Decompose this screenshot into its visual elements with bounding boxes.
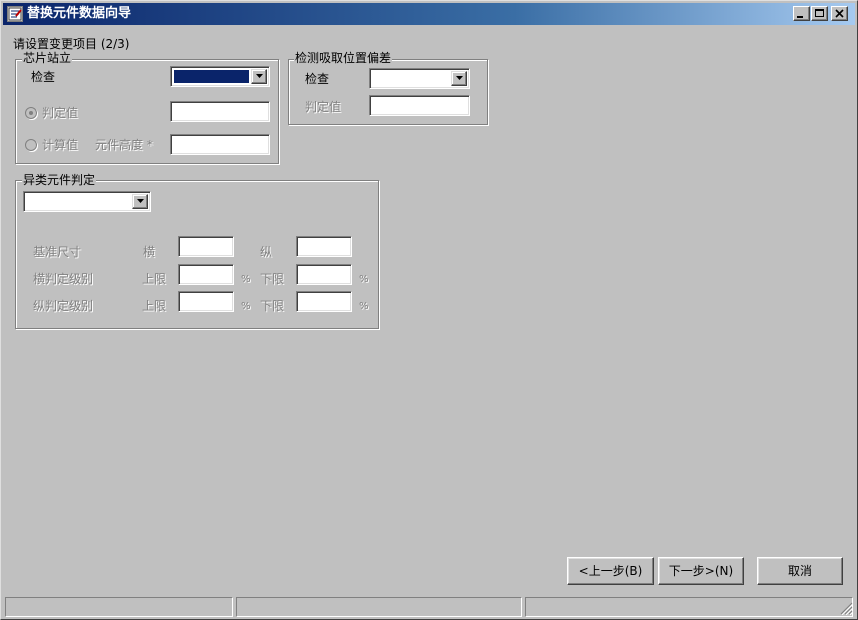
minimize-button[interactable] bbox=[793, 6, 810, 21]
v-level-upper-input[interactable] bbox=[178, 291, 234, 312]
judge-value-radio[interactable] bbox=[25, 107, 37, 119]
wizard-window: 替换元件数据向导 请设置变更项目 (2/3) 芯片站立 检查 判定值 计算值 元… bbox=[0, 0, 858, 620]
radio-dot bbox=[29, 111, 33, 115]
v-level-lower-input[interactable] bbox=[296, 291, 352, 312]
h-level-upper-label: 上限 bbox=[142, 272, 167, 286]
status-panel-3 bbox=[525, 597, 853, 617]
base-size-vertical-input[interactable] bbox=[296, 236, 352, 257]
pickup-offset-judge-input[interactable] bbox=[369, 95, 470, 116]
maximize-button[interactable] bbox=[811, 6, 828, 21]
base-size-horizontal-label: 横 bbox=[143, 245, 156, 259]
h-level-lower-label: 下限 bbox=[260, 272, 285, 286]
cancel-button[interactable]: 取消 bbox=[757, 557, 843, 585]
next-button[interactable]: 下一步>(N) bbox=[658, 557, 744, 585]
heterogeneous-select[interactable] bbox=[23, 191, 151, 212]
pickup-offset-check-select[interactable] bbox=[369, 68, 470, 89]
h-level-lower-input[interactable] bbox=[296, 264, 352, 285]
back-button[interactable]: <上一步(B) bbox=[567, 557, 654, 585]
maximize-icon bbox=[815, 9, 824, 17]
component-height-input[interactable] bbox=[170, 134, 270, 155]
calc-value-radio[interactable] bbox=[25, 139, 37, 151]
status-panel-2 bbox=[236, 597, 522, 617]
pickup-offset-judge-label: 判定值 bbox=[305, 100, 342, 114]
v-level-upper-percent: % bbox=[241, 301, 251, 312]
calc-value-label: 计算值 bbox=[42, 138, 79, 152]
chip-stand-check-select[interactable] bbox=[170, 66, 270, 87]
status-panel-1 bbox=[5, 597, 233, 617]
base-size-label: 基准尺寸 bbox=[33, 245, 82, 259]
dropdown-arrow-icon bbox=[255, 74, 263, 78]
v-level-label: 纵判定级别 bbox=[33, 299, 94, 313]
h-level-label: 横判定级别 bbox=[33, 272, 94, 286]
h-level-upper-input[interactable] bbox=[178, 264, 234, 285]
chip-stand-legend: 芯片站立 bbox=[22, 51, 73, 65]
pickup-offset-check-label: 检查 bbox=[305, 72, 330, 86]
app-icon bbox=[7, 6, 23, 22]
judge-value-input[interactable] bbox=[170, 101, 270, 122]
pickup-offset-legend: 检测吸取位置偏差 bbox=[294, 51, 393, 65]
window-title: 替换元件数据向导 bbox=[27, 6, 132, 21]
selection-highlight bbox=[174, 70, 249, 83]
v-level-lower-label: 下限 bbox=[260, 299, 285, 313]
chip-stand-check-dropdown[interactable] bbox=[251, 69, 267, 84]
h-level-lower-percent: % bbox=[359, 274, 369, 285]
title-bar[interactable]: 替换元件数据向导 bbox=[3, 3, 855, 25]
judge-value-label: 判定值 bbox=[42, 106, 79, 120]
base-size-vertical-label: 纵 bbox=[260, 245, 273, 259]
close-button[interactable] bbox=[831, 6, 848, 21]
dropdown-arrow-icon bbox=[136, 199, 144, 203]
heterogeneous-dropdown[interactable] bbox=[132, 194, 148, 209]
status-bar bbox=[3, 597, 855, 617]
v-level-lower-percent: % bbox=[359, 301, 369, 312]
step-text: 请设置变更项目 (2/3) bbox=[13, 37, 130, 51]
h-level-upper-percent: % bbox=[241, 274, 251, 285]
heterogeneous-legend: 异类元件判定 bbox=[22, 173, 97, 187]
base-size-horizontal-input[interactable] bbox=[178, 236, 234, 257]
dropdown-arrow-icon bbox=[455, 76, 463, 80]
chip-stand-check-label: 检查 bbox=[31, 70, 56, 84]
resize-grip-icon[interactable] bbox=[839, 601, 853, 615]
pickup-offset-check-dropdown[interactable] bbox=[451, 71, 467, 86]
component-height-label: 元件高度 * bbox=[95, 138, 153, 152]
v-level-upper-label: 上限 bbox=[142, 299, 167, 313]
close-icon bbox=[835, 9, 844, 18]
minimize-icon bbox=[797, 16, 803, 18]
